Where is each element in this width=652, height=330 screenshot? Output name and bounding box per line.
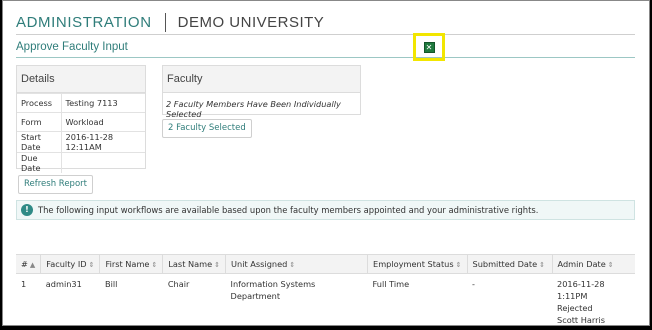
sort-icon[interactable]: ⇕ (89, 261, 95, 269)
column-header-submitted-date[interactable]: Submitted Date⇕ (467, 255, 552, 274)
column-label: # (21, 259, 28, 269)
details-value-process: Testing 7113 (61, 94, 145, 113)
info-text: The following input workflows are availa… (38, 205, 538, 215)
title-divider-line (16, 57, 635, 58)
admin-status-value: Rejected (557, 302, 630, 314)
column-label: Unit Assigned (231, 259, 287, 269)
export-excel-button[interactable]: ✕ (413, 33, 445, 61)
details-label-due-date: Due Date (17, 153, 61, 174)
details-row: Form Workload (17, 113, 145, 132)
table-row[interactable]: 1 admin31 Bill Chair Information Systems… (16, 274, 635, 330)
info-icon: ! (21, 204, 33, 216)
org-name: DEMO UNIVERSITY (178, 14, 325, 31)
details-row: Start Date 2016-11-28 12:11AM (17, 132, 145, 153)
admin-by-value: Scott Harris (557, 314, 630, 326)
column-label: Last Name (168, 259, 212, 269)
column-label: Employment Status (373, 259, 454, 269)
column-header-admin-date[interactable]: Admin Date⇕ (552, 255, 635, 274)
app-window: ADMINISTRATION DEMO UNIVERSITY Approve F… (2, 0, 650, 326)
workflow-table: #▲ Faculty ID⇕ First Name⇕ Last Name⇕ Un… (16, 254, 635, 330)
sort-icon[interactable]: ⇕ (608, 261, 614, 269)
column-header-number[interactable]: #▲ (16, 255, 41, 274)
cell-admin-date: 2016-11-28 1:11PM Rejected Scott Harris (552, 274, 635, 330)
admin-date-value: 2016-11-28 1:11PM (557, 278, 630, 302)
details-panel-title: Details (17, 66, 145, 93)
sort-icon[interactable]: ⇕ (214, 261, 220, 269)
cell-employment-status: Full Time (368, 274, 467, 330)
app-brand[interactable]: ADMINISTRATION (16, 14, 152, 31)
details-label-form: Form (17, 113, 61, 132)
table-header-row: #▲ Faculty ID⇕ First Name⇕ Last Name⇕ Un… (16, 255, 635, 274)
details-value-start-date: 2016-11-28 12:11AM (61, 132, 145, 153)
details-label-start-date: Start Date (17, 132, 61, 153)
sort-icon[interactable]: ⇕ (539, 261, 545, 269)
excel-icon[interactable]: ✕ (424, 42, 435, 53)
details-label-process: Process (17, 94, 61, 113)
refresh-report-button[interactable]: Refresh Report (18, 175, 93, 194)
cell-last-name: Chair (163, 274, 226, 330)
info-alert: ! The following input workflows are avai… (16, 200, 635, 220)
header-divider (165, 13, 166, 32)
column-header-last-name[interactable]: Last Name⇕ (163, 255, 226, 274)
details-row: Process Testing 7113 (17, 94, 145, 113)
details-panel: Details Process Testing 7113 Form Worklo… (16, 65, 146, 169)
details-value-form: Workload (61, 113, 145, 132)
column-header-faculty-id[interactable]: Faculty ID⇕ (41, 255, 100, 274)
faculty-panel: Faculty 2 Faculty Members Have Been Indi… (162, 65, 361, 115)
cell-unit-assigned: Information Systems Department (226, 274, 368, 330)
cell-number: 1 (16, 274, 41, 330)
faculty-panel-title: Faculty (163, 66, 360, 93)
page-title: Approve Faculty Input (16, 41, 128, 53)
sort-icon[interactable]: ⇕ (456, 261, 462, 269)
column-header-first-name[interactable]: First Name⇕ (100, 255, 163, 274)
column-label: Submitted Date (473, 259, 538, 269)
sort-asc-icon[interactable]: ▲ (30, 261, 35, 269)
details-table: Process Testing 7113 Form Workload Start… (17, 93, 145, 173)
column-label: First Name (105, 259, 149, 269)
header-divider-line (16, 34, 635, 35)
sort-icon[interactable]: ⇕ (289, 261, 295, 269)
cell-submitted-date: - (467, 274, 552, 330)
column-label: Faculty ID (46, 259, 86, 269)
cell-first-name: Bill (100, 274, 163, 330)
column-label: Admin Date (558, 259, 606, 269)
app-header: ADMINISTRATION DEMO UNIVERSITY (16, 12, 324, 32)
sort-icon[interactable]: ⇕ (151, 261, 157, 269)
details-row: Due Date (17, 153, 145, 174)
cell-faculty-id: admin31 (41, 274, 100, 330)
column-header-employment-status[interactable]: Employment Status⇕ (368, 255, 467, 274)
details-value-due-date (61, 153, 145, 174)
column-header-unit-assigned[interactable]: Unit Assigned⇕ (226, 255, 368, 274)
faculty-selected-button[interactable]: 2 Faculty Selected (162, 119, 252, 138)
